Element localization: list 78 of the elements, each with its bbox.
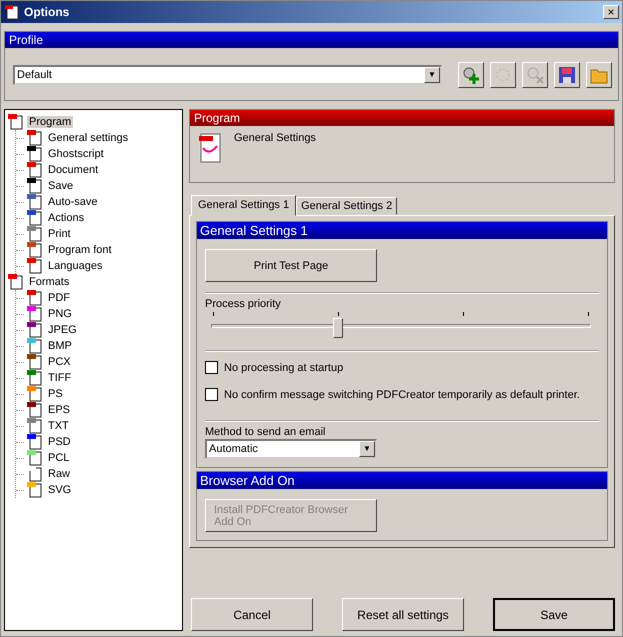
tree-item[interactable]: Print bbox=[46, 228, 73, 240]
priority-label: Process priority bbox=[205, 298, 281, 310]
toolbar-button[interactable] bbox=[554, 62, 580, 88]
document-icon bbox=[8, 114, 24, 130]
document-icon bbox=[27, 322, 43, 338]
document-icon bbox=[4, 4, 20, 20]
document-icon bbox=[27, 354, 43, 370]
document-icon bbox=[27, 162, 43, 178]
checkbox[interactable] bbox=[205, 361, 218, 374]
tree-item[interactable]: BMP bbox=[46, 340, 74, 352]
tree-item[interactable]: PCX bbox=[46, 356, 73, 368]
tree-item[interactable]: Document bbox=[46, 164, 100, 176]
print-test-page-button[interactable]: Print Test Page bbox=[205, 249, 377, 282]
tab[interactable]: General Settings 1 bbox=[191, 195, 296, 216]
document-icon bbox=[27, 194, 43, 210]
tree-item[interactable]: Formats bbox=[27, 276, 72, 288]
document-icon bbox=[27, 482, 43, 498]
document-icon bbox=[27, 210, 43, 226]
document-icon bbox=[27, 402, 43, 418]
tree-item[interactable]: JPEG bbox=[46, 324, 79, 336]
profile-header: Profile bbox=[5, 32, 618, 48]
document-icon bbox=[27, 338, 43, 354]
priority-slider[interactable] bbox=[211, 310, 591, 340]
checkbox-label: No processing at startup bbox=[224, 362, 344, 374]
tree-item[interactable]: TXT bbox=[46, 420, 71, 432]
tree-item[interactable]: SVG bbox=[46, 484, 74, 496]
document-icon bbox=[27, 418, 43, 434]
document-icon bbox=[27, 242, 43, 258]
toolbar-button[interactable] bbox=[458, 62, 484, 88]
email-method-dropdown[interactable]: Automatic ▼ bbox=[205, 439, 377, 459]
tree-item[interactable]: EPS bbox=[46, 404, 72, 416]
dialog-button[interactable]: Cancel bbox=[191, 598, 313, 631]
document-icon bbox=[27, 434, 43, 450]
document-icon bbox=[27, 178, 43, 194]
tree-item[interactable]: Program font bbox=[46, 244, 114, 256]
caret-icon[interactable]: ▼ bbox=[359, 441, 375, 457]
window-title: Options bbox=[24, 5, 70, 19]
section-title: General Settings bbox=[234, 132, 316, 146]
document-icon bbox=[27, 146, 43, 162]
tab[interactable]: General Settings 2 bbox=[296, 197, 398, 215]
document-icon bbox=[27, 466, 43, 482]
tree-item[interactable]: Raw bbox=[46, 468, 72, 480]
tree-item[interactable]: PS bbox=[46, 388, 65, 400]
pdf-document-icon bbox=[198, 132, 222, 164]
document-icon bbox=[27, 306, 43, 322]
dialog-button[interactable]: Reset all settings bbox=[342, 598, 464, 631]
document-icon bbox=[8, 274, 24, 290]
group-header: Browser Add On bbox=[197, 472, 607, 489]
tree-item[interactable]: PNG bbox=[46, 308, 74, 320]
profile-dropdown[interactable]: Default ▼ bbox=[13, 65, 442, 85]
document-icon bbox=[27, 130, 43, 146]
email-method-label: Method to send an email bbox=[205, 426, 326, 438]
document-icon bbox=[27, 450, 43, 466]
tree-item[interactable]: Actions bbox=[46, 212, 86, 224]
tree-item[interactable]: TIFF bbox=[46, 372, 74, 384]
tree-item[interactable]: Program bbox=[27, 116, 74, 128]
document-icon bbox=[27, 370, 43, 386]
toolbar-button[interactable] bbox=[586, 62, 612, 88]
section-header: Program bbox=[190, 110, 614, 126]
tree-item[interactable]: General settings bbox=[46, 132, 130, 144]
tree-item[interactable]: PCL bbox=[46, 452, 72, 464]
caret-icon[interactable]: ▼ bbox=[424, 67, 440, 83]
tree-item[interactable]: PSD bbox=[46, 436, 73, 448]
checkbox[interactable] bbox=[205, 388, 218, 401]
close-button[interactable]: × bbox=[603, 5, 619, 19]
tree-item[interactable]: PDF bbox=[46, 292, 72, 304]
document-icon bbox=[27, 258, 43, 274]
document-icon bbox=[27, 290, 43, 306]
dialog-button[interactable]: Save bbox=[493, 598, 615, 631]
tree-item[interactable]: Auto-save bbox=[46, 196, 100, 208]
document-icon bbox=[27, 226, 43, 242]
tree-item[interactable]: Languages bbox=[46, 260, 104, 272]
slider-thumb[interactable] bbox=[332, 318, 343, 338]
tree-item[interactable]: Ghostscript bbox=[46, 148, 106, 160]
group-header: General Settings 1 bbox=[197, 222, 607, 239]
document-icon bbox=[27, 386, 43, 402]
tree-item[interactable]: Save bbox=[46, 180, 76, 192]
checkbox-label: No confirm message switching PDFCreator temporarily as default printer. bbox=[224, 388, 580, 400]
